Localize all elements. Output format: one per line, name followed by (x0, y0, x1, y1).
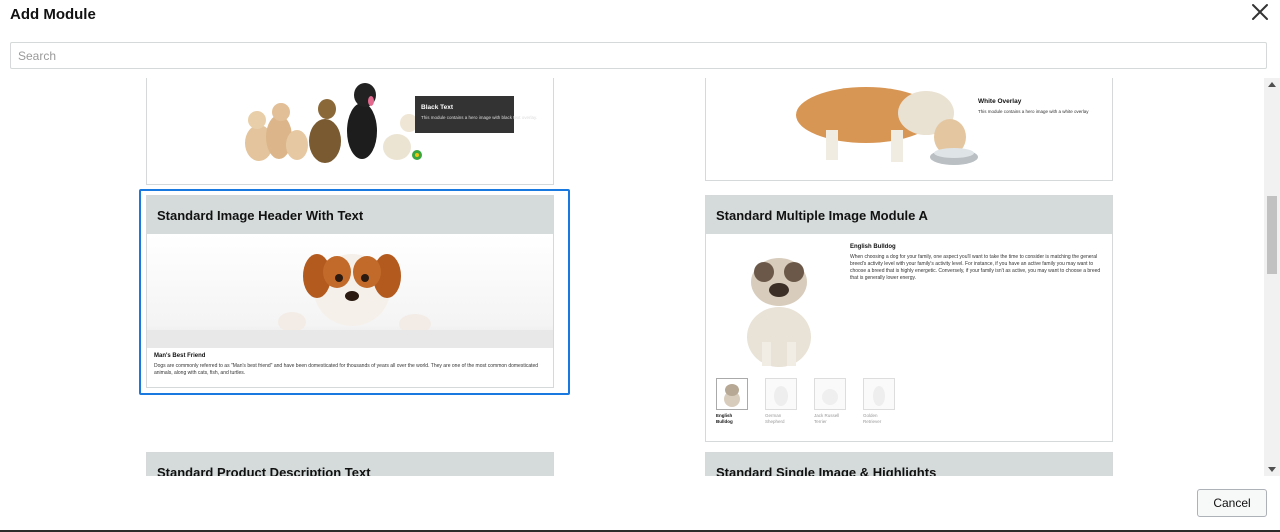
dialog-title: Add Module (10, 6, 96, 23)
thumbnail-label: Jack Russell Terrier (814, 413, 840, 424)
caption-text: Dogs are commonly referred to as "Man's … (154, 363, 539, 376)
module-title: Standard Single Image & Highlights (706, 453, 1112, 476)
module-title: Standard Multiple Image Module A (706, 196, 1112, 234)
overlay-text: This module contains a hero image with b… (421, 115, 537, 120)
bulldog-sitting-image (747, 258, 811, 367)
module-card-product-description-text[interactable]: Standard Product Description Text (146, 452, 554, 476)
close-icon[interactable] (1250, 2, 1270, 22)
thumbnail[interactable]: German Shepherd (765, 378, 799, 425)
module-card-image-header-with-text[interactable]: Standard Image Header With Text Man's Be… (146, 195, 554, 388)
module-list: Black Text This module contains a hero i… (0, 78, 1264, 476)
scrollbar[interactable] (1264, 78, 1280, 476)
thumbnail[interactable]: Golden Retriever (863, 378, 897, 425)
overlay-title: White Overlay (978, 98, 1022, 105)
add-module-dialog: Add Module Search Black Text This module… (0, 0, 1280, 532)
module-card-white-overlay[interactable]: White Overlay This module contains a her… (705, 78, 1113, 181)
module-card-multiple-image-a[interactable]: Standard Multiple Image Module A English… (705, 195, 1113, 442)
thumbnail-label: German Shepherd (765, 413, 785, 424)
overlay-title: Black Text (421, 104, 454, 111)
thumbnail[interactable]: English Bulldog (716, 378, 750, 425)
puppy-image (147, 234, 553, 348)
scroll-down-arrow-icon[interactable] (1268, 467, 1276, 472)
cancel-button[interactable]: Cancel (1197, 489, 1267, 517)
bulldog-eating-image: White Overlay This module contains a her… (706, 78, 1112, 180)
overlay-text: This module contains a hero image with a… (978, 109, 1089, 114)
dogs-group-image: Black Text This module contains a hero i… (147, 78, 553, 184)
caption-title: Man's Best Friend (154, 353, 206, 359)
scroll-thumb[interactable] (1267, 196, 1277, 274)
image-caption: Man's Best Friend Dogs are commonly refe… (147, 348, 553, 377)
thumbnail-label: Golden Retriever (863, 413, 882, 424)
thumbnail-label: English Bulldog (716, 413, 733, 424)
module-heading: English Bulldog (850, 244, 896, 250)
search-input[interactable] (10, 42, 1267, 69)
thumbnail[interactable]: Jack Russell Terrier (814, 378, 848, 425)
module-body: When choosing a dog for your family, one… (850, 254, 1101, 281)
module-title: Standard Image Header With Text (147, 196, 553, 234)
module-card-single-image-highlights[interactable]: Standard Single Image & Highlights (705, 452, 1113, 476)
scroll-up-arrow-icon[interactable] (1268, 82, 1276, 87)
module-title: Standard Product Description Text (147, 453, 553, 476)
module-card-black-text[interactable]: Black Text This module contains a hero i… (146, 78, 554, 185)
